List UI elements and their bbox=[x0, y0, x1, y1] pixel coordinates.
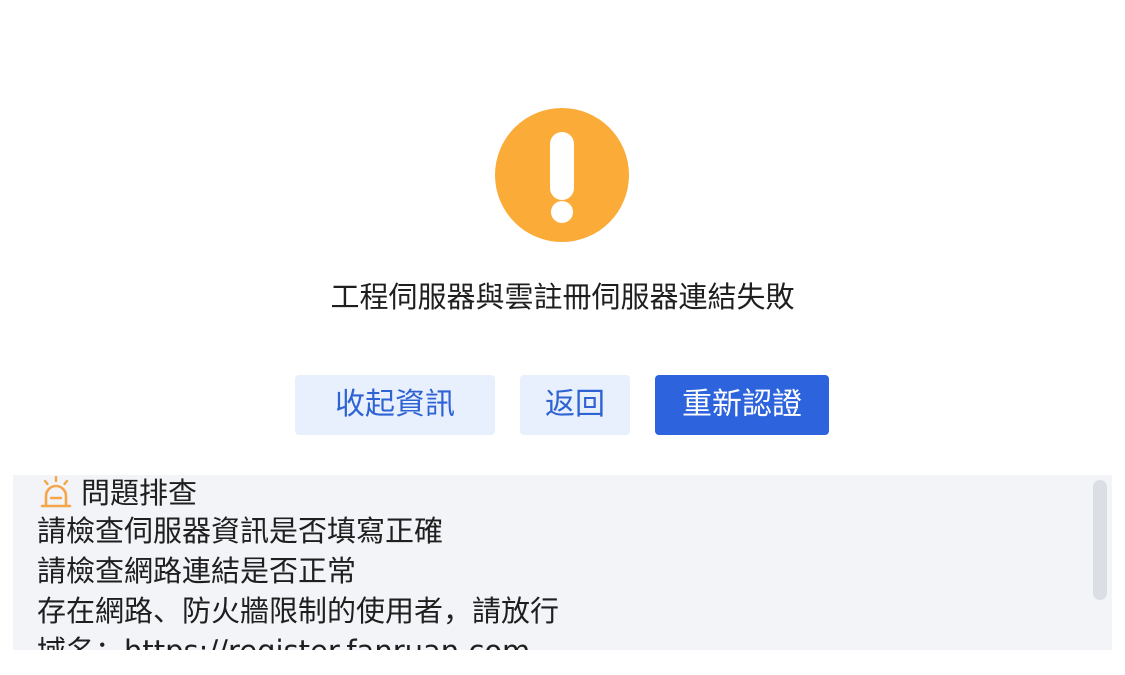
troubleshoot-header: 問題排查 bbox=[37, 475, 1087, 511]
panel-scrollbar[interactable] bbox=[1093, 480, 1107, 600]
troubleshoot-panel[interactable]: 問題排查 請檢查伺服器資訊是否填寫正確 請檢查網路連結是否正常 存在網路、防火牆… bbox=[13, 475, 1112, 650]
troubleshoot-title: 問題排查 bbox=[81, 476, 198, 510]
connection-failure-page: 工程伺服器與雲註冊伺服器連結失敗 收起資訊 返回 重新認證 問題排查 請檢查伺服… bbox=[0, 0, 1125, 675]
troubleshoot-line: 請檢查網路連結是否正常 bbox=[37, 554, 357, 588]
exclamation-icon bbox=[495, 108, 629, 242]
back-button[interactable]: 返回 bbox=[520, 375, 630, 435]
troubleshoot-line: 存在網路、防火牆限制的使用者，請放行 bbox=[37, 594, 560, 628]
collapse-info-button[interactable]: 收起資訊 bbox=[295, 375, 495, 435]
troubleshoot-content: 問題排查 請檢查伺服器資訊是否填寫正確 請檢查網路連結是否正常 存在網路、防火牆… bbox=[37, 475, 1087, 650]
alarm-light-icon bbox=[40, 476, 72, 508]
troubleshoot-line: 請檢查伺服器資訊是否填寫正確 bbox=[37, 514, 444, 548]
reauthenticate-button[interactable]: 重新認證 bbox=[655, 375, 829, 435]
error-title: 工程伺服器與雲註冊伺服器連結失敗 bbox=[330, 280, 795, 314]
troubleshoot-line: 域名：https://register.fanruan.com bbox=[37, 631, 1087, 650]
